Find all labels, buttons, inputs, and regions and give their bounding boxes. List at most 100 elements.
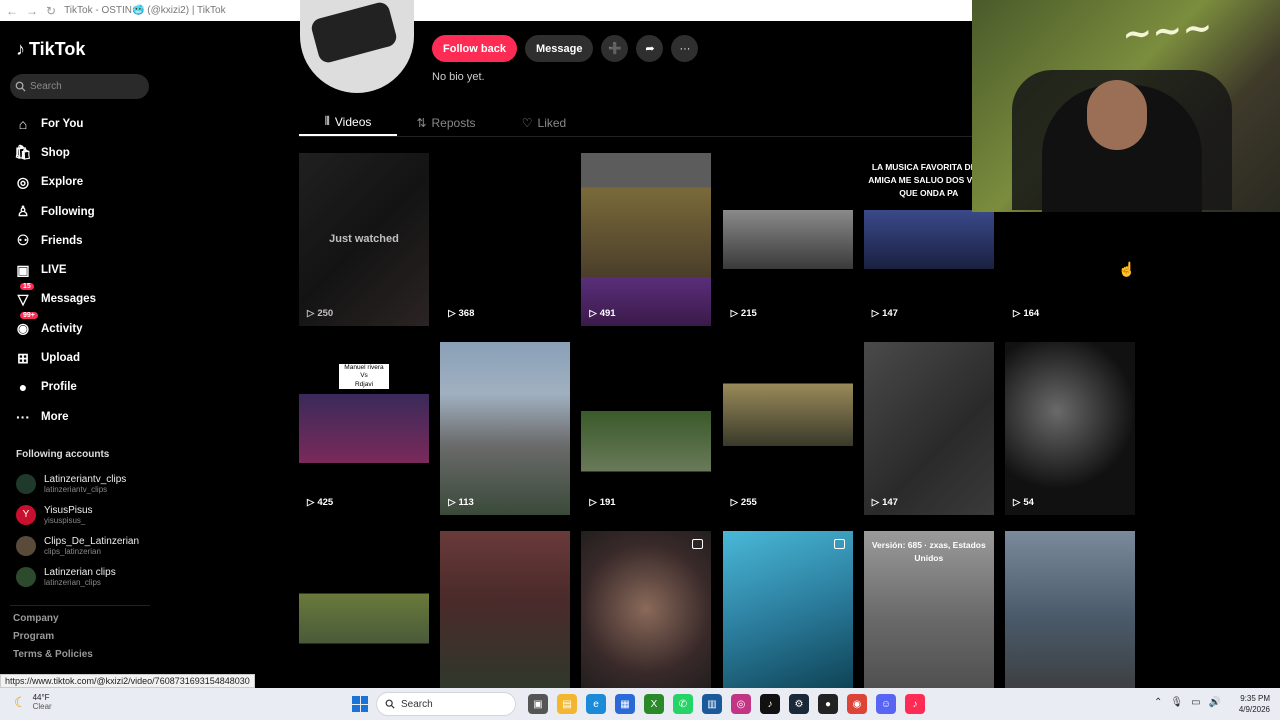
back-icon[interactable]: ← — [6, 4, 18, 18]
video-thumbnail[interactable] — [722, 531, 853, 704]
video-thumbnail[interactable]: Just watched ▷ 250 — [299, 153, 429, 326]
sidebar-item-live[interactable]: ▣ LIVE — [14, 255, 96, 284]
avatar: Y — [16, 504, 36, 525]
video-thumbnail[interactable] — [299, 531, 429, 704]
video-thumbnail[interactable]: ▷ 255 — [722, 342, 853, 515]
sidebar-item-activity[interactable]: ◉ 99+ Activity — [14, 312, 96, 343]
videos-tab-icon: ⦀ — [324, 114, 330, 128]
sidebar-item-shop[interactable]: 🛍 Shop — [14, 138, 96, 167]
sidebar-item-for-you[interactable]: ⌂ For You — [14, 109, 96, 138]
sidebar-item-label: LIVE — [41, 264, 67, 277]
video-thumbnail[interactable]: ▷ 54 — [1005, 342, 1135, 515]
avatar — [16, 566, 36, 587]
photos-icon[interactable]: ▥ — [702, 694, 722, 714]
sidebar-item-label: Friends — [41, 234, 83, 247]
share-icon[interactable]: ➦ — [636, 35, 664, 62]
photo-gallery-icon — [692, 539, 704, 549]
tiktok-logo[interactable]: ♪ TikTok — [16, 39, 85, 60]
edge-icon[interactable]: e — [586, 694, 606, 714]
sidebar-item-upload[interactable]: ⊞ Upload — [14, 343, 96, 372]
task-view-icon[interactable]: ▣ — [528, 694, 548, 714]
sidebar-divider — [10, 605, 150, 606]
tiktok-icon[interactable]: ♪ — [760, 694, 780, 714]
view-count: ▷ 491 — [589, 308, 615, 319]
view-count: ▷ 147 — [872, 497, 898, 508]
volume-icon[interactable]: 🔊 — [1209, 697, 1221, 708]
sidebar-item-messages[interactable]: ▽ 15 Messages — [14, 282, 96, 314]
view-count: ▷ 54 — [1013, 497, 1034, 508]
video-thumbnail[interactable]: ▷ 368 — [440, 153, 571, 326]
view-count-value: 215 — [740, 308, 757, 319]
play-icon: ▷ — [1013, 497, 1021, 508]
live-icon: ▣ — [16, 261, 30, 278]
video-thumbnail[interactable]: ▷ 147 — [863, 342, 994, 515]
reposts-tab-icon: ⇅ — [416, 115, 427, 130]
store-icon[interactable]: ▦ — [615, 694, 635, 714]
chevron-up-icon[interactable]: ⌃ — [1154, 697, 1162, 708]
sidebar-item-profile[interactable]: ● Profile — [14, 373, 96, 402]
sidebar-item-following[interactable]: ♙ Following — [14, 197, 96, 226]
instagram-icon[interactable]: ◎ — [731, 694, 751, 714]
obs-icon[interactable]: ● — [818, 694, 838, 714]
sidebar-item-label: Messages — [41, 293, 96, 306]
account-text: Latinzeriantv_clips latinzeriantv_clips — [44, 474, 126, 494]
microphone-icon[interactable]: 🎙 — [1170, 697, 1183, 708]
footer-link[interactable]: Terms & Policies — [13, 649, 93, 667]
video-caption-overlay: Versión: 685 · zxas, Estados Unidos — [871, 540, 986, 563]
page-title: TikTok - OSTIN🥶 (@kxizi2) | TikTok — [64, 5, 226, 16]
steam-icon[interactable]: ⚙ — [789, 694, 809, 714]
video-thumbnail[interactable]: ▷ 191 — [581, 342, 712, 515]
network-icon[interactable]: ▭ — [1191, 697, 1200, 708]
more-options-icon[interactable]: ··· — [671, 35, 699, 62]
following-account[interactable]: Latinzerian clips latinzerian_clips — [16, 561, 139, 592]
video-thumbnail[interactable]: Versión: 685 · zxas, Estados Unidos — [863, 531, 994, 704]
file-explorer-icon[interactable]: ▤ — [557, 694, 577, 714]
sidebar-item-explore[interactable]: ◎ Explore — [14, 168, 96, 197]
video-thumbnail[interactable] — [440, 531, 571, 704]
follow-back-button[interactable]: Follow back — [432, 35, 517, 62]
taskbar-search[interactable]: Search — [376, 692, 516, 716]
clock-time: 9:35 PM — [1240, 694, 1270, 703]
following-account[interactable]: Latinzeriantv_clips latinzeriantv_clips — [16, 468, 139, 499]
reload-icon[interactable]: ↻ — [46, 4, 56, 18]
video-thumbnail[interactable]: ▷ 491 — [581, 153, 712, 326]
following-accounts-list: Latinzeriantv_clips latinzeriantv_clips Y Y… — [16, 468, 139, 592]
discord-icon[interactable]: ☺ — [876, 694, 896, 714]
play-icon: ▷ — [589, 497, 597, 508]
video-thumbnail[interactable]: ▷ 215 — [722, 153, 853, 326]
footer-link[interactable]: Program — [13, 631, 93, 649]
whatsapp-icon[interactable]: ✆ — [673, 694, 693, 714]
sidebar-item-more[interactable]: ··· More — [14, 402, 96, 431]
xbox-icon[interactable]: X — [644, 694, 664, 714]
search-icon — [385, 699, 395, 709]
windows-start-icon[interactable] — [352, 696, 368, 712]
weather-temp: 44°F — [32, 693, 50, 702]
message-button[interactable]: Message — [524, 35, 594, 62]
view-count: ▷ 425 — [307, 497, 333, 508]
tab-liked[interactable]: ♡ Liked — [495, 109, 593, 136]
tiktok-live-icon[interactable]: ♪ — [905, 694, 925, 714]
view-count-value: 113 — [458, 497, 474, 508]
photo-gallery-icon — [833, 539, 845, 549]
view-count-value: 164 — [1023, 308, 1040, 319]
search-input[interactable]: Search — [10, 74, 149, 99]
sidebar-item-friends[interactable]: ⚇ Friends — [14, 226, 96, 255]
account-text: Latinzerian clips latinzerian_clips — [44, 567, 116, 587]
chrome-icon[interactable]: ◉ — [847, 694, 867, 714]
tab-videos[interactable]: ⦀ Videos — [299, 109, 397, 136]
video-thumbnail[interactable] — [1005, 531, 1135, 704]
add-friend-icon[interactable]: ➕ — [601, 35, 629, 62]
following-account[interactable]: Y YisusPisus yisuspisus_ — [16, 499, 139, 530]
forward-icon[interactable]: → — [26, 4, 38, 18]
following-account[interactable]: Clips_De_Latinzerian clips_latinzerian — [16, 530, 139, 561]
system-clock[interactable]: 9:35 PM 4/9/2026 — [1222, 693, 1270, 715]
video-thumbnail[interactable] — [581, 531, 712, 704]
weather-widget[interactable]: ☾ 44°F Clear — [14, 693, 52, 711]
video-thumbnail[interactable]: ▷ 113 — [440, 342, 571, 515]
footer-link[interactable]: Company — [13, 613, 93, 631]
view-count-value: 368 — [458, 308, 475, 319]
video-thumbnail[interactable]: Manuel rivera Vs Rdjavi ▷ 425 — [299, 342, 429, 515]
tab-reposts[interactable]: ⇅ Reposts — [397, 109, 495, 136]
view-count-value: 425 — [317, 497, 334, 508]
account-handle: clips_latinzerian — [44, 546, 101, 556]
